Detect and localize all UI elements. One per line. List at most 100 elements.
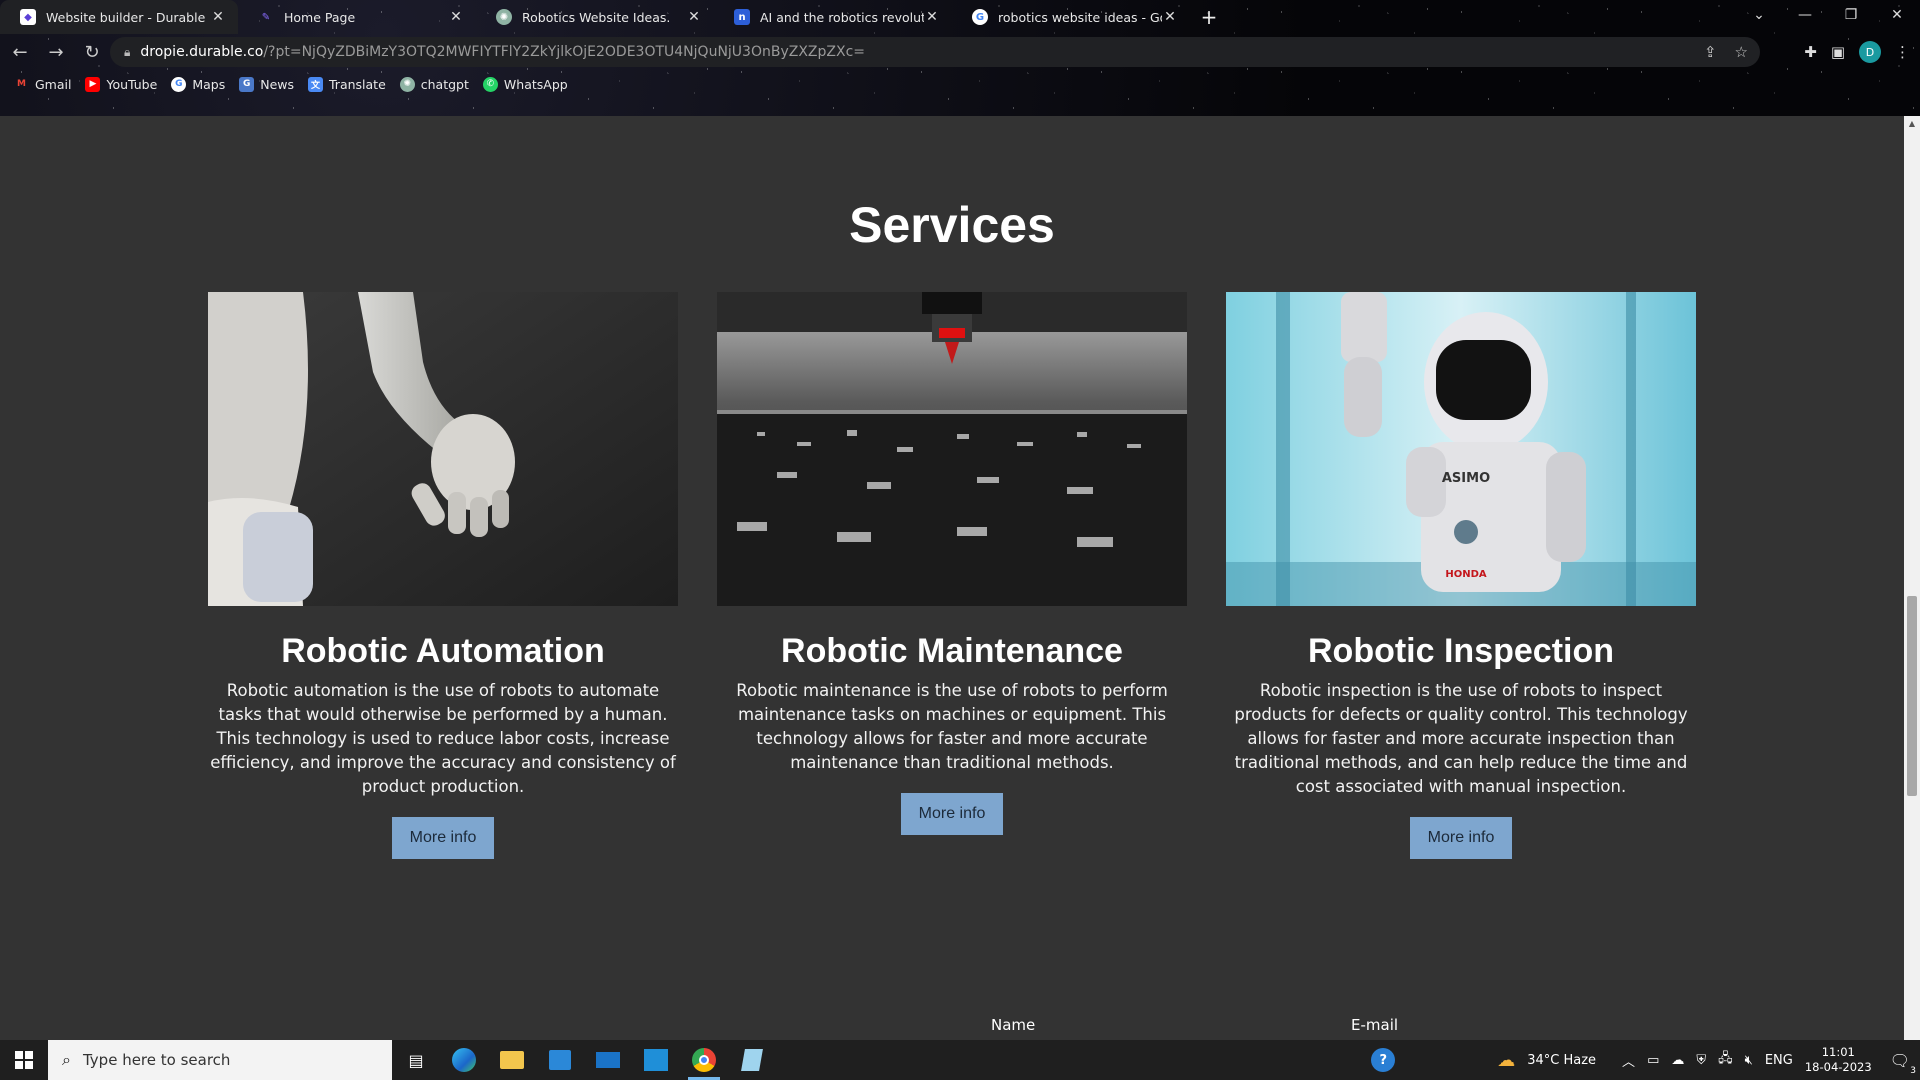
microsoft-store-icon[interactable]: [536, 1040, 584, 1080]
bookmark-chatgpt[interactable]: ✺ chatgpt: [399, 76, 469, 92]
bookmark-star-icon[interactable]: ☆: [1735, 43, 1748, 61]
search-icon: ⌕: [62, 1050, 71, 1069]
tab-title: Robotics Website Ideas.: [522, 9, 671, 25]
bookmark-label: Maps: [192, 76, 226, 92]
bookmark-youtube[interactable]: ▶ YouTube: [85, 76, 158, 92]
profile-avatar[interactable]: D: [1859, 41, 1881, 63]
address-bar-actions: ⇪ ☆: [1704, 37, 1748, 67]
new-tab-button[interactable]: +: [1194, 2, 1224, 32]
back-button[interactable]: ←: [4, 36, 36, 68]
tab-home-page[interactable]: ✎ Home Page ✕: [238, 0, 476, 34]
mail-icon[interactable]: [584, 1040, 632, 1080]
menu-kebab-icon[interactable]: ⋮: [1895, 43, 1910, 61]
taskbar-search-box[interactable]: ⌕ Type here to search: [48, 1040, 392, 1080]
browser-toolbar: ← → ↻ 🔒︎ dropie.durable.co /?pt=NjQyZDBi…: [0, 34, 1920, 70]
tab-title: robotics website ideas - Google: [998, 9, 1162, 25]
mcafee-app-icon[interactable]: [632, 1040, 680, 1080]
tab-website-builder[interactable]: ◆ Website builder - Durable ✕: [0, 0, 238, 34]
bookmark-label: Translate: [329, 76, 386, 92]
bookmark-label: Gmail: [35, 76, 72, 92]
notepad-app-icon[interactable]: [728, 1040, 776, 1080]
restore-button[interactable]: ❐: [1828, 0, 1874, 30]
service-description: Robotic inspection is the use of robots …: [1234, 681, 1688, 796]
tab-robotics-ideas[interactable]: ✺ Robotics Website Ideas. ✕: [476, 0, 714, 34]
weather-haze-icon: ☁: [1497, 1049, 1516, 1071]
network-icon[interactable]: 🖧︎: [1718, 1049, 1733, 1071]
help-icon[interactable]: ?: [1371, 1048, 1396, 1072]
tab-search-icon[interactable]: ⌄: [1736, 0, 1782, 30]
tab-strip: ◆ Website builder - Durable ✕ ✎ Home Pag…: [0, 0, 1224, 34]
durable-logo-icon: ✎: [261, 11, 271, 23]
bookmark-whatsapp[interactable]: ✆ WhatsApp: [482, 76, 568, 92]
chrome-icon[interactable]: [680, 1040, 728, 1080]
page-scrollbar[interactable]: ▲: [1904, 116, 1920, 1040]
robot-hand-image: [208, 292, 678, 606]
clock-time: 11:01: [1821, 1045, 1855, 1059]
share-icon[interactable]: ⇪: [1704, 43, 1717, 61]
browser-chrome: ◆ Website builder - Durable ✕ ✎ Home Pag…: [0, 0, 1920, 116]
chatgpt-icon: ✺: [496, 9, 512, 25]
tab-ai-robotics[interactable]: n AI and the robotics revolution W ✕: [714, 0, 952, 34]
volume-muted-icon[interactable]: 🔇︎: [1745, 1053, 1753, 1068]
notifications-icon[interactable]: 🗨︎ 3: [1890, 1051, 1916, 1076]
google-icon: G: [171, 76, 187, 92]
weather-text[interactable]: 34°C Haze: [1527, 1053, 1596, 1068]
whatsapp-icon: ✆: [482, 76, 498, 92]
chevron-up-icon[interactable]: ︿: [1622, 1051, 1635, 1070]
edge-browser-icon[interactable]: [440, 1040, 488, 1080]
bookmark-label: WhatsApp: [503, 76, 568, 92]
close-icon[interactable]: ✕: [1162, 9, 1178, 25]
windows-taskbar: ⌕ Type here to search ▤ ? ☁ 34°C Haze ︿ …: [0, 1040, 1920, 1080]
bookmark-label: YouTube: [106, 76, 158, 92]
toolbar-right: ✚ ▣ D ⋮: [1804, 36, 1910, 68]
notification-count: 3: [1910, 1065, 1916, 1076]
email-field-label: E-mail: [1351, 1016, 1399, 1034]
scrollbar-thumb[interactable]: [1907, 596, 1917, 796]
bookmark-gmail[interactable]: M Gmail: [14, 77, 71, 92]
service-title: Robotic Maintenance: [781, 632, 1123, 670]
gmail-icon: M: [17, 79, 26, 89]
service-card-maintenance: Robotic Maintenance Robotic maintenance …: [717, 292, 1187, 835]
side-panel-icon[interactable]: ▣: [1831, 43, 1845, 61]
bookmark-translate[interactable]: 文 Translate: [308, 76, 386, 92]
scroll-up-icon[interactable]: ▲: [1904, 116, 1920, 132]
more-info-button[interactable]: More info: [900, 793, 1004, 835]
close-icon[interactable]: ✕: [686, 9, 702, 25]
close-icon[interactable]: ✕: [924, 9, 940, 25]
close-icon[interactable]: ✕: [210, 9, 226, 25]
extensions-puzzle-icon[interactable]: ✚: [1804, 43, 1817, 61]
news-icon: G: [239, 76, 255, 92]
bookmark-maps[interactable]: G Maps: [171, 76, 226, 92]
chatgpt-icon: ✺: [399, 76, 415, 92]
tab-title: AI and the robotics revolution W: [760, 9, 924, 25]
youtube-icon: ▶: [85, 76, 101, 92]
tab-google-search[interactable]: G robotics website ideas - Google ✕: [952, 0, 1190, 34]
page-content: Services Robotic Automation Robotic auto…: [0, 116, 1904, 1040]
close-icon[interactable]: ✕: [448, 9, 464, 25]
onedrive-icon[interactable]: ☁: [1671, 1053, 1684, 1068]
file-explorer-icon[interactable]: [488, 1040, 536, 1080]
language-indicator[interactable]: ENG: [1765, 1053, 1793, 1068]
more-info-button[interactable]: More info: [1409, 817, 1513, 859]
section-title: Services: [849, 197, 1055, 253]
service-card-inspection: ASIMO HONDA Robotic Inspection Robotic i…: [1226, 292, 1696, 859]
clock[interactable]: 11:01 18-04-2023: [1805, 1045, 1872, 1075]
durable-icon: ◆: [20, 9, 36, 25]
task-view-icon[interactable]: ▤: [392, 1040, 440, 1080]
close-window-button[interactable]: ✕: [1874, 0, 1920, 30]
lock-icon[interactable]: 🔒︎: [124, 45, 130, 60]
tab-title: Website builder - Durable: [46, 9, 206, 25]
start-button[interactable]: [0, 1040, 48, 1080]
more-info-button[interactable]: More info: [391, 817, 495, 859]
bookmarks-bar: M Gmail ▶ YouTube G Maps G News 文 Transl…: [0, 72, 568, 96]
reload-button[interactable]: ↻: [76, 36, 108, 68]
bookmark-news[interactable]: G News: [239, 76, 294, 92]
forward-button[interactable]: →: [40, 36, 72, 68]
meet-now-icon[interactable]: ▭: [1647, 1053, 1659, 1068]
bookmark-label: chatgpt: [420, 76, 469, 92]
system-tray: ? ☁ 34°C Haze ︿ ▭ ☁ ⛨ 🖧︎ 🔇︎ ENG 11:01 18…: [1371, 1040, 1920, 1080]
address-bar[interactable]: 🔒︎ dropie.durable.co /?pt=NjQyZDBiMzY3OT…: [110, 37, 1760, 67]
name-field-label: Name: [991, 1016, 1036, 1034]
minimize-button[interactable]: —: [1782, 0, 1828, 30]
security-icon[interactable]: ⛨: [1696, 1053, 1706, 1068]
